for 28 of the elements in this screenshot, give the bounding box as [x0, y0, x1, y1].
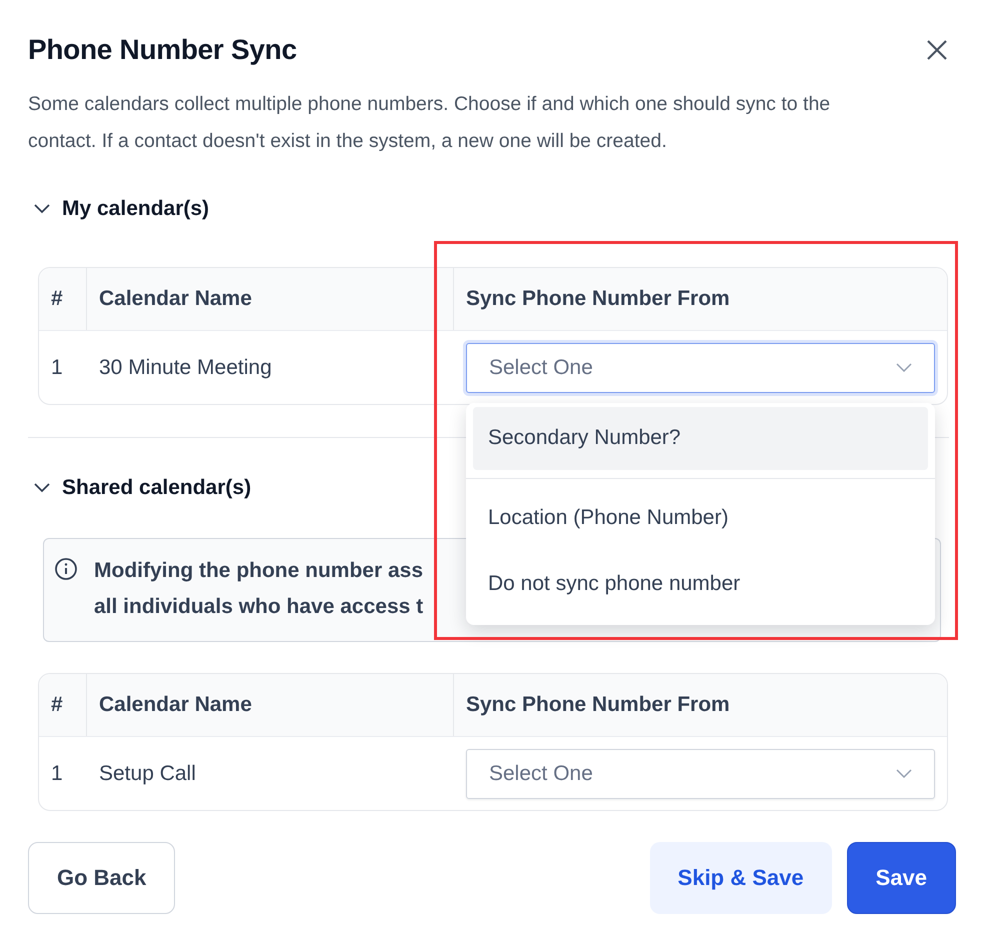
chevron-icon — [34, 483, 50, 493]
dropdown-option[interactable]: Do not sync phone number — [473, 550, 928, 616]
row-number: 1 — [51, 762, 63, 784]
calendar-name: 30 Minute Meeting — [99, 356, 272, 378]
info-text: Modifying the phone number ass — [94, 558, 424, 584]
column-header: # — [51, 693, 63, 717]
section-toggle[interactable]: My calendar(s) — [34, 197, 210, 221]
caret-icon — [896, 363, 912, 372]
calendar-name: Setup Call — [99, 762, 196, 784]
dropdown-option[interactable]: Secondary Number? — [473, 406, 928, 470]
dialog-title: Phone Number Sync — [28, 34, 297, 66]
column-header: Sync Phone Number From — [466, 693, 730, 717]
action-button[interactable]: Go Back — [28, 842, 176, 914]
column-header: Calendar Name — [99, 287, 252, 311]
column-header: # — [51, 287, 63, 311]
caret-icon — [896, 769, 912, 778]
row-number: 1 — [51, 356, 63, 378]
column-header: Sync Phone Number From — [466, 287, 730, 311]
section-toggle[interactable]: Shared calendar(s) — [34, 476, 252, 500]
phone-source-select[interactable]: Select One — [466, 748, 935, 798]
dropdown-option[interactable]: Location (Phone Number) — [473, 484, 928, 550]
chevron-icon — [34, 204, 50, 214]
dialog-description: Some calendars collect multiple phone numbers. Choose if and which one should sync to the contact. If a contact doesn't exist in the system, a new one will be created. — [28, 92, 832, 154]
info-text: all individuals who have access t — [94, 594, 424, 620]
column-header: Calendar Name — [99, 693, 252, 717]
action-button[interactable]: Save — [846, 842, 956, 914]
info-icon — [54, 557, 78, 581]
action-button[interactable]: Skip & Save — [650, 842, 832, 914]
